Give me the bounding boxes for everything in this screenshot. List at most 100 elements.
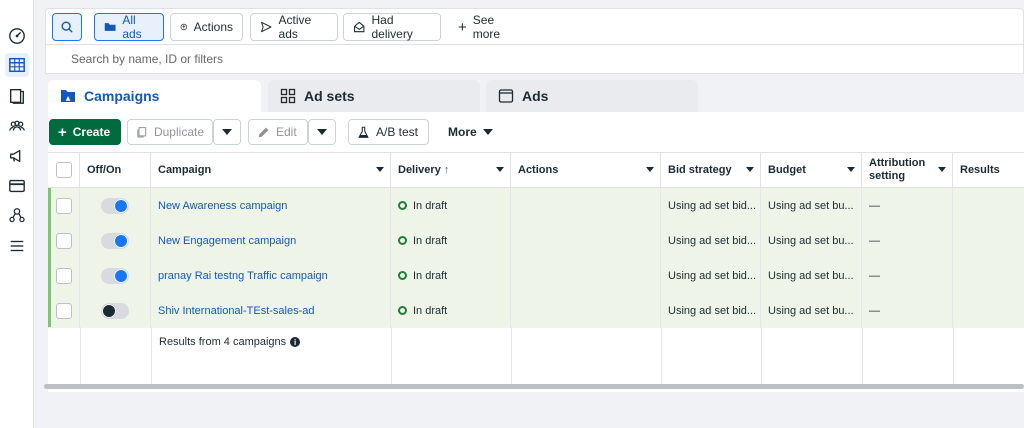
- svg-text:▲: ▲: [66, 95, 71, 102]
- selection-indicator: [48, 188, 51, 327]
- header-bid-strategy[interactable]: Bid strategy: [661, 152, 761, 188]
- edit-dropdown[interactable]: [308, 119, 336, 145]
- campaign-name-cell: New Engagement campaign: [151, 223, 391, 258]
- nav-campaigns[interactable]: [5, 144, 29, 168]
- budget-value: Using ad set bu...: [768, 234, 854, 247]
- campaign-toggle[interactable]: [101, 197, 129, 214]
- column-divider: [761, 327, 762, 385]
- filter-active-ads[interactable]: Active ads: [250, 13, 338, 41]
- header-campaign-label: Campaign: [158, 164, 212, 176]
- create-button[interactable]: + Create: [49, 119, 121, 145]
- chevron-down-icon: [222, 129, 232, 135]
- header-delivery[interactable]: Delivery ↑: [391, 152, 511, 188]
- nav-billing[interactable]: [5, 174, 29, 198]
- search-toggle-button[interactable]: [52, 13, 82, 41]
- pages-icon: [10, 89, 24, 104]
- create-label: Create: [72, 125, 111, 139]
- campaign-toggle[interactable]: [101, 302, 129, 319]
- header-budget[interactable]: Budget: [761, 152, 862, 188]
- chevron-down-icon[interactable]: [746, 167, 754, 172]
- search-input[interactable]: Search by name, ID or filters: [45, 44, 1024, 74]
- toggle-knob: [102, 303, 116, 318]
- flask-icon: [358, 126, 369, 138]
- people-icon: [9, 120, 25, 131]
- row-checkbox[interactable]: [55, 267, 72, 284]
- nav-pages[interactable]: [5, 84, 29, 108]
- attribution-value: —: [869, 234, 880, 247]
- edit-button[interactable]: Edit: [248, 119, 308, 145]
- header-results[interactable]: Results: [953, 152, 1024, 188]
- chevron-down-icon[interactable]: [938, 167, 946, 172]
- toggle-cell: [80, 293, 151, 328]
- ab-test-button[interactable]: A/B test: [348, 119, 429, 145]
- header-campaign[interactable]: Campaign: [151, 152, 391, 188]
- tab-ads[interactable]: Ads: [486, 80, 698, 112]
- horizontal-scrollbar[interactable]: [44, 384, 1024, 389]
- column-divider: [80, 327, 81, 385]
- more-button[interactable]: More: [439, 119, 499, 145]
- duplicate-label: Duplicate: [153, 125, 204, 139]
- table-grid-icon: [9, 57, 25, 73]
- toggle-cell: [80, 258, 151, 293]
- filter-actions-label: Actions: [193, 20, 233, 34]
- row-checkbox[interactable]: [55, 302, 72, 319]
- chevron-down-icon[interactable]: [376, 167, 384, 172]
- filter-actions[interactable]: Actions: [170, 13, 243, 41]
- draft-status-icon: [398, 271, 407, 280]
- header-off-on-label: Off/On: [87, 164, 122, 176]
- nav-menu[interactable]: [5, 234, 29, 258]
- filter-all-ads[interactable]: All ads: [94, 13, 164, 41]
- results-cell: [953, 293, 1024, 328]
- delivery-status: In draft: [413, 234, 448, 247]
- nav-dashboard[interactable]: [5, 24, 29, 48]
- nav-ads-manager[interactable]: [5, 53, 29, 77]
- campaign-name-link[interactable]: New Engagement campaign: [158, 235, 296, 247]
- delivery-status: In draft: [413, 269, 448, 282]
- campaign-name-link[interactable]: New Awareness campaign: [158, 200, 287, 212]
- ab-test-label: A/B test: [376, 125, 419, 139]
- hamburger-icon: [10, 240, 24, 252]
- chevron-down-icon[interactable]: [847, 167, 855, 172]
- column-divider: [511, 327, 512, 385]
- row-checkbox[interactable]: [55, 232, 72, 249]
- header-delivery-label: Delivery: [398, 164, 441, 176]
- header-attribution[interactable]: Attribution setting: [862, 152, 953, 188]
- nav-business-tools[interactable]: [5, 203, 29, 227]
- select-all-checkbox[interactable]: [55, 162, 72, 178]
- info-icon[interactable]: i: [290, 337, 301, 347]
- tab-campaigns[interactable]: ▲ Campaigns: [48, 80, 261, 112]
- results-cell: [953, 258, 1024, 293]
- delivery-cell: In draft: [391, 258, 511, 293]
- campaign-name-link[interactable]: pranay Rai testng Traffic campaign: [158, 270, 328, 282]
- bid-strategy-value: Using ad set bid...: [668, 269, 757, 282]
- chevron-down-icon[interactable]: [646, 167, 654, 172]
- budget-cell: Using ad set bu...: [761, 188, 862, 223]
- row-select-cell: [48, 293, 80, 328]
- duplicate-dropdown[interactable]: [213, 119, 241, 145]
- campaign-toggle[interactable]: [101, 232, 129, 249]
- see-more-button[interactable]: + See more: [448, 13, 528, 41]
- sort-ascending-icon[interactable]: ↑: [444, 164, 450, 176]
- plus-icon: +: [58, 123, 67, 141]
- bid-strategy-value: Using ad set bid...: [668, 234, 757, 247]
- chevron-down-icon[interactable]: [496, 167, 504, 172]
- network-icon: [9, 208, 25, 223]
- actions-cell: [511, 258, 661, 293]
- campaign-name-cell: Shiv International-TEst-sales-ad: [151, 293, 391, 328]
- campaign-toggle[interactable]: [101, 267, 129, 284]
- header-results-label: Results: [960, 164, 1000, 176]
- chevron-down-icon: [317, 129, 327, 135]
- filter-all-ads-label: All ads: [122, 13, 142, 41]
- row-checkbox[interactable]: [55, 197, 72, 214]
- header-off-on: Off/On: [80, 152, 151, 188]
- filter-had-delivery[interactable]: Had delivery: [343, 13, 441, 41]
- filter-bar: All ads Actions Active ads Had delivery …: [45, 8, 1024, 44]
- nav-audiences[interactable]: [5, 114, 29, 138]
- duplicate-button[interactable]: Duplicate: [127, 119, 213, 145]
- header-actions[interactable]: Actions: [511, 152, 661, 188]
- header-select-all[interactable]: [48, 152, 80, 188]
- envelope-open-icon: [354, 21, 365, 33]
- campaign-name-link[interactable]: Shiv International-TEst-sales-ad: [158, 305, 315, 317]
- tab-ad-sets[interactable]: Ad sets: [268, 80, 480, 112]
- toggle-cell: [80, 223, 151, 258]
